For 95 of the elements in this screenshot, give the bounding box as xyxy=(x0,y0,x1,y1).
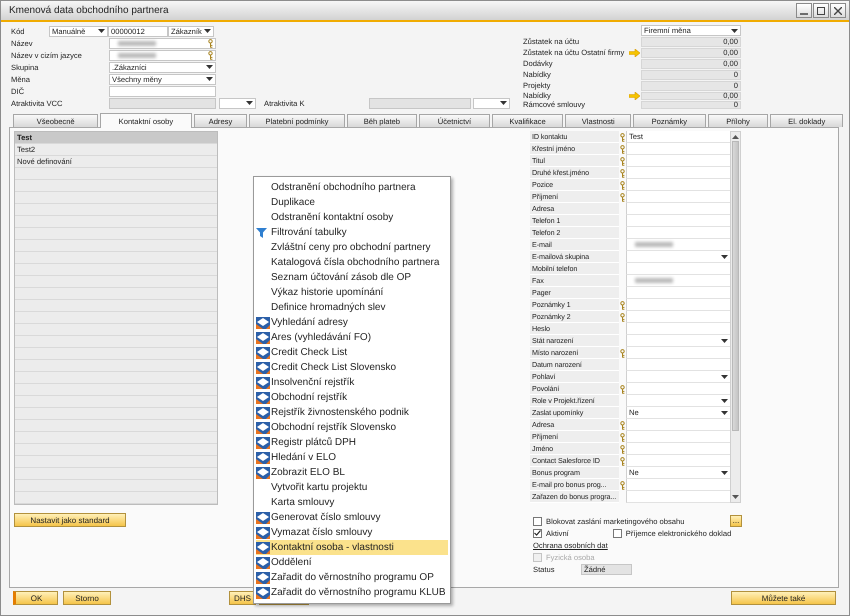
input-field[interactable] xyxy=(109,86,216,96)
menu-item[interactable]: Zařadit do věrnostního programu OP xyxy=(256,570,448,585)
input-field[interactable] xyxy=(626,455,730,467)
dropdown-field[interactable] xyxy=(626,371,730,383)
menu-item[interactable]: Definice hromadných slev xyxy=(256,300,448,315)
input-field[interactable] xyxy=(626,287,730,299)
menu-item[interactable]: Katalogová čísla obchodního partnera xyxy=(256,255,448,270)
input-field[interactable] xyxy=(626,479,730,491)
scroll-down-icon[interactable] xyxy=(732,495,739,499)
input-field[interactable] xyxy=(626,323,730,335)
close-icon xyxy=(834,6,842,14)
caret-icon xyxy=(731,28,738,32)
menu-item[interactable]: Výkaz historie upomínání xyxy=(256,285,448,300)
menu-item[interactable]: Credit Check List xyxy=(256,345,448,360)
input-field[interactable] xyxy=(626,155,730,167)
menu-item[interactable]: Insolvenční rejstřík xyxy=(256,375,448,390)
caret-icon xyxy=(721,338,728,342)
caret-icon xyxy=(206,65,213,69)
input-field[interactable] xyxy=(626,167,730,179)
dhs-button[interactable]: DHS xyxy=(229,591,256,605)
checkbox[interactable] xyxy=(533,516,542,526)
menu-item[interactable]: Vymazat číslo smlouvy xyxy=(256,525,448,540)
input-field[interactable] xyxy=(109,38,216,48)
maximize-button[interactable] xyxy=(813,3,829,18)
caret-icon xyxy=(721,254,728,258)
caret-icon xyxy=(721,410,728,414)
menu-item[interactable]: Seznam účtování zásob dle OP xyxy=(256,270,448,285)
menu-item[interactable]: Obchodní rejstřík Slovensko xyxy=(256,420,448,435)
menu-item[interactable]: Hledání v ELO xyxy=(256,450,448,465)
more-button[interactable]: ... xyxy=(730,515,742,527)
close-button[interactable] xyxy=(830,3,846,18)
input-field[interactable] xyxy=(626,143,730,155)
caret-icon xyxy=(246,101,253,105)
input-field[interactable] xyxy=(626,239,730,251)
caret-icon xyxy=(721,398,728,402)
input-field[interactable] xyxy=(626,311,730,323)
input-field[interactable] xyxy=(626,191,730,203)
checkbox[interactable] xyxy=(533,528,542,538)
menu-item[interactable]: Credit Check List Slovensko xyxy=(256,360,448,375)
menu-item[interactable]: Vytvořit kartu projektu xyxy=(256,480,448,495)
menu-item[interactable]: Generovat číslo smlouvy xyxy=(256,510,448,525)
menu-item[interactable]: Vyhledání adresy xyxy=(256,315,448,330)
input-field[interactable] xyxy=(626,263,730,275)
menu-item[interactable]: Zobrazit ELO BL xyxy=(256,465,448,480)
minimize-icon xyxy=(800,12,808,14)
input-field[interactable] xyxy=(626,443,730,455)
input-field[interactable] xyxy=(626,419,730,431)
input-field[interactable] xyxy=(626,179,730,191)
dropdown-field[interactable] xyxy=(219,98,256,108)
menu-item[interactable]: Kontaktní osoba - vlastnosti xyxy=(256,540,448,555)
menu-item[interactable]: Zařadit do věrnostního programu KLUB xyxy=(256,585,448,600)
input-field[interactable] xyxy=(626,203,730,215)
input-field[interactable] xyxy=(626,383,730,395)
input-field[interactable] xyxy=(626,491,730,503)
caret-icon xyxy=(206,77,213,81)
ok-button[interactable]: OK xyxy=(13,591,58,605)
more-options-button[interactable]: Můžete také xyxy=(731,591,836,605)
input-field[interactable] xyxy=(626,359,730,371)
caret-icon xyxy=(204,29,211,33)
menu-item[interactable]: Karta smlouvy xyxy=(256,495,448,510)
caret-icon xyxy=(721,374,728,378)
input-field[interactable] xyxy=(626,215,730,227)
window-title: Kmenová data obchodního partnera xyxy=(9,5,169,16)
dropdown-field[interactable] xyxy=(473,98,510,108)
menu-item[interactable]: Obchodní rejstřík xyxy=(256,390,448,405)
caret-icon xyxy=(721,470,728,474)
set-default-button[interactable]: Nastavit jako standard xyxy=(14,513,126,527)
input-field[interactable] xyxy=(626,431,730,443)
cancel-button[interactable]: Storno xyxy=(63,591,111,605)
input-field[interactable] xyxy=(626,275,730,287)
dropdown-field[interactable] xyxy=(626,395,730,407)
dropdown-field[interactable] xyxy=(626,335,730,347)
checkbox[interactable] xyxy=(612,528,622,538)
scroll-up-icon[interactable] xyxy=(732,135,739,139)
input-field[interactable] xyxy=(626,227,730,239)
scrollbar[interactable] xyxy=(730,131,741,503)
menu-item[interactable]: Duplikace xyxy=(256,195,448,210)
menu-item[interactable]: Filtrování tabulky xyxy=(256,225,448,240)
input-field[interactable] xyxy=(626,347,730,359)
input-field[interactable] xyxy=(626,299,730,311)
menu-item[interactable]: Ares (vyhledávání FO) xyxy=(256,330,448,345)
menu-item[interactable]: Odstranění kontaktní osoby xyxy=(256,210,448,225)
menu-item[interactable]: Zvláštní ceny pro obchodní partnery xyxy=(256,240,448,255)
arrow-icon[interactable] xyxy=(629,92,640,100)
minimize-button[interactable] xyxy=(796,3,812,18)
dropdown-field[interactable] xyxy=(626,251,730,263)
input-field[interactable] xyxy=(109,50,216,60)
caret-icon xyxy=(500,101,507,105)
maximize-icon xyxy=(817,6,825,14)
arrow-icon[interactable] xyxy=(629,48,640,56)
menu-item[interactable]: Odstranění obchodního partnera xyxy=(256,180,448,195)
menu-item[interactable]: Rejstřík živnostenského podnik xyxy=(256,405,448,420)
menu-item[interactable]: Registr plátců DPH xyxy=(256,435,448,450)
caret-icon xyxy=(98,29,105,33)
menu-item[interactable]: Oddělení xyxy=(256,555,448,570)
